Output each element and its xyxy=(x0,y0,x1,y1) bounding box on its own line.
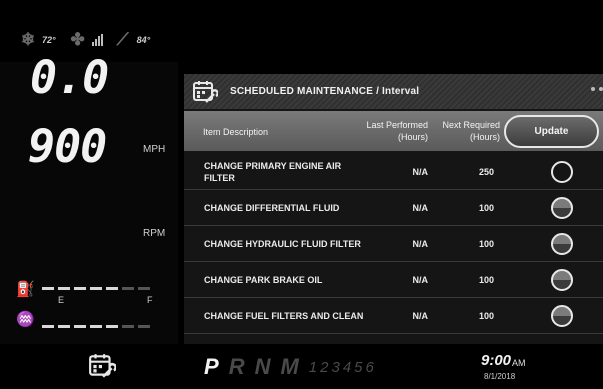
status-ring-icon[interactable] xyxy=(551,161,573,183)
table-row[interactable]: CHANGE DIFFERENTIAL FLUID N/A 100 xyxy=(184,190,603,226)
maintenance-panel: SCHEDULED MAINTENANCE / Interval Item De… xyxy=(184,74,603,344)
gear-selected: P xyxy=(204,354,219,379)
row-last-performed: N/A xyxy=(412,167,429,177)
status-ring-icon[interactable] xyxy=(551,233,573,255)
calendar-wrench-icon xyxy=(193,80,218,103)
maintenance-calendar-icon[interactable] xyxy=(88,352,116,380)
table-row[interactable]: CHANGE HYDRAULIC FLUID FILTER N/A 100 xyxy=(184,226,603,262)
fuel-empty-label: E xyxy=(58,295,65,305)
row-next-required: 100 xyxy=(478,275,494,285)
page-dot xyxy=(599,87,603,91)
row-last-performed: N/A xyxy=(412,239,429,249)
rpm-unit: RPM xyxy=(143,228,166,239)
row-description: CHANGE HYDRAULIC FLUID FILTER xyxy=(204,239,361,249)
row-description: CHANGE DIFFERENTIAL FLUID xyxy=(204,203,340,213)
row-next-required: 100 xyxy=(478,239,494,249)
speed-readout: 0.0 xyxy=(30,51,109,104)
def-level-bar xyxy=(42,325,150,328)
ambient-temp: 72° xyxy=(42,35,56,45)
fuel-pump-icon: ⛽ xyxy=(16,281,35,298)
def-segment xyxy=(58,325,70,328)
row-description: CHANGE PARK BRAKE OIL xyxy=(204,275,323,285)
fuel-segment xyxy=(58,287,70,290)
fuel-segment xyxy=(138,287,150,290)
def-segment xyxy=(138,325,150,328)
table-row[interactable]: CHANGE FUEL FILTERS AND CLEAN N/A 100 xyxy=(184,298,603,334)
column-description: Item Description xyxy=(203,127,269,137)
table-row[interactable]: CHANGE PRIMARY ENGINE AIR FILTER N/A 250 xyxy=(184,154,603,190)
row-last-performed: N/A xyxy=(412,203,429,213)
panel-title: SCHEDULED MAINTENANCE / Interval xyxy=(230,86,420,97)
speed-unit: MPH xyxy=(143,144,166,155)
row-last-performed: N/A xyxy=(412,311,429,321)
gear-r: R xyxy=(228,354,245,379)
def-segment xyxy=(42,325,54,328)
row-next-required: 100 xyxy=(478,203,494,213)
rpm-readout: 900 xyxy=(28,120,107,173)
status-ring-icon[interactable] xyxy=(551,269,573,291)
page-dot xyxy=(591,87,595,91)
def-segment xyxy=(74,325,86,328)
fuel-segment xyxy=(106,287,118,290)
dashboard-screen: ❄ 72° ✤ ⟋ 84° 0.0 MPH 900 RPM ⛽ E F ♒ SC… xyxy=(0,0,603,389)
row-last-performed: N/A xyxy=(412,275,429,285)
def-fluid-icon: ♒ xyxy=(16,311,35,328)
fuel-full-label: F xyxy=(147,295,153,305)
fan-icon: ✤ xyxy=(70,30,85,49)
def-segment xyxy=(122,325,134,328)
clock-ampm: AM xyxy=(512,358,526,368)
status-strip: ❄ 72° ✤ ⟋ 84° xyxy=(18,28,158,52)
row-description: CHANGE FUEL FILTERS AND CLEAN xyxy=(204,311,364,321)
status-ring-icon[interactable] xyxy=(551,197,573,219)
column-last-performed: Last Performed (Hours) xyxy=(366,120,428,142)
page-dots[interactable] xyxy=(591,87,603,91)
status-ring-icon[interactable] xyxy=(551,305,573,327)
thermometer-icon: ⟋ xyxy=(116,30,129,49)
table-row[interactable]: CHANGE PARK BRAKE OIL N/A 100 xyxy=(184,262,603,298)
def-segment xyxy=(90,325,102,328)
fuel-segment xyxy=(90,287,102,290)
bottom-bar: P R N M 123456 9:00 AM 8/1/2018 xyxy=(0,344,603,389)
column-next-required: Next Required (Hours) xyxy=(442,120,500,142)
gear-m: M xyxy=(280,354,299,379)
maintenance-list: CHANGE PRIMARY ENGINE AIR FILTER N/A 250… xyxy=(184,154,603,344)
row-description: CHANGE PRIMARY ENGINE AIR FILTER xyxy=(204,161,342,183)
row-next-required: 250 xyxy=(478,167,494,177)
clock-time: 9:00 xyxy=(481,352,512,369)
fuel-level-bar xyxy=(42,287,150,290)
panel-header: SCHEDULED MAINTENANCE / Interval xyxy=(184,74,603,109)
clock-date: 8/1/2018 xyxy=(484,372,516,381)
gear-n: N xyxy=(254,354,271,379)
signal-bars-icon xyxy=(91,34,103,46)
def-segment xyxy=(106,325,118,328)
fluid-temp: 84° xyxy=(136,35,151,45)
gear-numbers: 123456 xyxy=(308,358,377,376)
snowflake-icon: ❄ xyxy=(20,30,36,49)
fuel-segment xyxy=(122,287,134,290)
row-next-required: 100 xyxy=(478,311,494,321)
table-header: Item Description Last Performed (Hours) N… xyxy=(184,111,603,151)
fuel-segment xyxy=(42,287,54,290)
update-button[interactable]: Update xyxy=(504,115,599,148)
gear-indicator: P R N M 123456 xyxy=(204,354,377,380)
fuel-segment xyxy=(74,287,86,290)
